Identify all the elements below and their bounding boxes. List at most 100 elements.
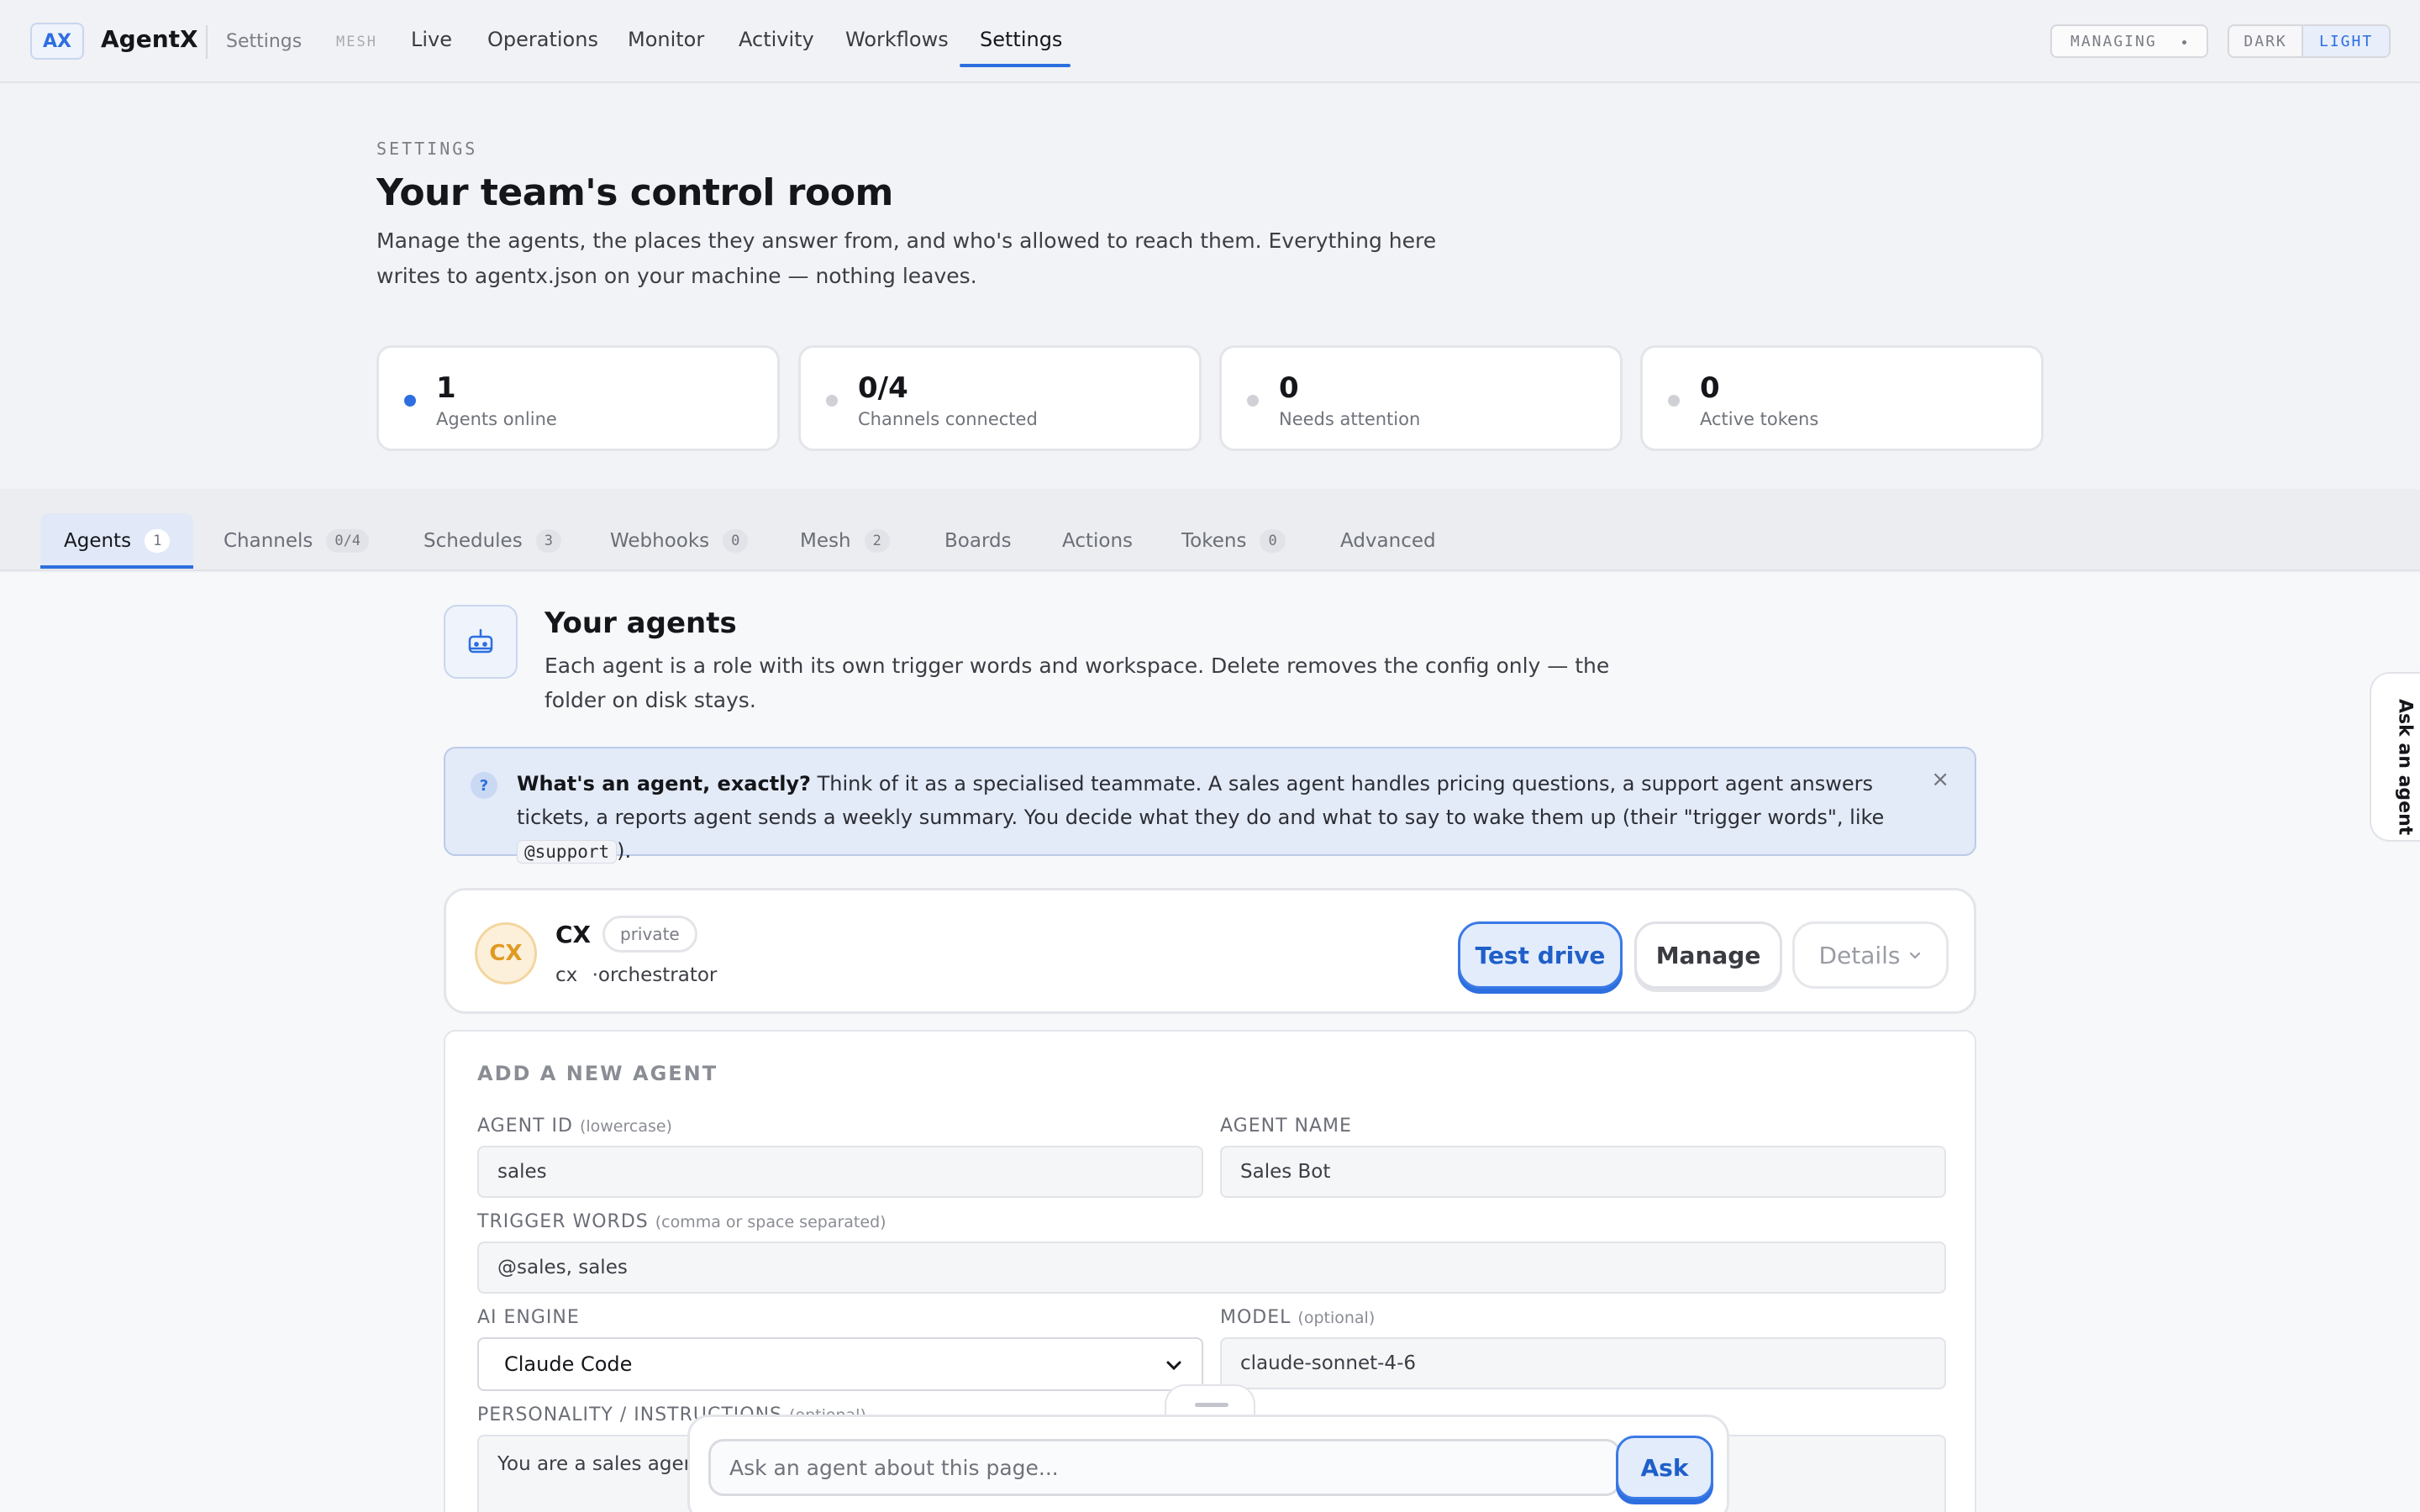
- agent-role: ·orchestrator: [592, 964, 718, 986]
- nav-settings[interactable]: Settings: [980, 28, 1062, 51]
- mesh-tag: MESH: [336, 34, 377, 50]
- agent-id: cx: [555, 964, 578, 986]
- tab-webhooks[interactable]: Webhooks 0: [610, 513, 749, 569]
- ask-bar: Ask an agent about this page... Ask: [687, 1415, 1729, 1512]
- tab-actions[interactable]: Actions: [1062, 513, 1133, 569]
- tab-badge: 0/4: [326, 529, 370, 553]
- tab-label: Boards: [944, 530, 1012, 552]
- stat-agents-online: 1 Agents online: [376, 345, 780, 451]
- agent-name-label: AGENT NAME: [1220, 1116, 1352, 1137]
- info-banner: ? What's an agent, exactly? Think of it …: [444, 747, 1976, 864]
- tab-badge: 1: [145, 529, 171, 553]
- agent-id-input[interactable]: sales: [477, 1146, 1203, 1198]
- nav-monitor[interactable]: Monitor: [628, 28, 704, 51]
- tab-tokens[interactable]: Tokens 0: [1181, 513, 1286, 569]
- status-dot-icon: [404, 395, 416, 407]
- ai-engine-value: Claude Code: [504, 1352, 633, 1376]
- stat-label: Agents online: [436, 409, 557, 429]
- tab-label: Webhooks: [610, 530, 710, 552]
- tab-label: Schedules: [424, 530, 523, 552]
- app-name: AgentX: [101, 25, 198, 53]
- info-code: @support: [517, 840, 618, 864]
- test-drive-button[interactable]: Test drive: [1458, 921, 1623, 989]
- theme-dark-button[interactable]: DARK: [2229, 26, 2304, 56]
- dropdown-dot-icon: [2182, 40, 2186, 45]
- tab-label: Advanced: [1340, 530, 1436, 552]
- close-icon[interactable]: ×: [1931, 767, 1949, 792]
- chevron-down-icon: [1166, 1361, 1181, 1371]
- tab-active-indicator: [40, 565, 193, 569]
- tab-agents[interactable]: Agents 1: [40, 513, 194, 569]
- visibility-badge: private: [602, 916, 697, 953]
- label-text: AGENT ID: [477, 1116, 573, 1137]
- stat-value: 1: [436, 371, 456, 405]
- nav-operations[interactable]: Operations: [487, 28, 598, 51]
- info-heading: What's an agent, exactly?: [517, 772, 811, 795]
- robot-icon: [444, 605, 518, 679]
- tab-badge: 0: [1260, 529, 1286, 553]
- avatar: CX: [475, 922, 537, 984]
- manage-button[interactable]: Manage: [1634, 921, 1782, 989]
- label-hint: (optional): [1297, 1309, 1376, 1327]
- ai-engine-select[interactable]: Claude Code: [477, 1337, 1203, 1391]
- top-navigation: AX AgentX Settings MESH Live Operations …: [0, 0, 2420, 83]
- ask-input[interactable]: Ask an agent about this page...: [708, 1439, 1621, 1496]
- tab-badge: 0: [723, 529, 749, 553]
- tab-channels[interactable]: Channels 0/4: [224, 513, 370, 569]
- drag-handle-icon: [1195, 1403, 1228, 1407]
- section-description: Each agent is a role with its own trigge…: [544, 654, 1610, 712]
- label-text: TRIGGER WORDS: [477, 1211, 649, 1232]
- trigger-words-label: TRIGGER WORDS (comma or space separated): [477, 1211, 886, 1232]
- details-label: Details: [1818, 941, 1901, 969]
- ai-engine-label: AI ENGINE: [477, 1307, 580, 1328]
- model-label: MODEL (optional): [1220, 1307, 1375, 1328]
- ask-agent-side-tab[interactable]: Ask an agent: [2370, 672, 2420, 842]
- app-logo[interactable]: AX: [30, 23, 84, 60]
- form-title: ADD A NEW AGENT: [477, 1062, 718, 1085]
- agent-id-label: AGENT ID (lowercase): [477, 1116, 672, 1137]
- page-description: Manage the agents, the places they answe…: [376, 228, 1437, 288]
- tab-label: Channels: [224, 530, 313, 552]
- stat-label: Needs attention: [1279, 409, 1421, 429]
- nav-workflows[interactable]: Workflows: [845, 28, 949, 51]
- model-input[interactable]: claude-sonnet-4-6: [1220, 1337, 1946, 1389]
- section-title: Your agents: [544, 606, 737, 640]
- nav-active-indicator: [960, 64, 1071, 67]
- theme-light-button[interactable]: LIGHT: [2303, 26, 2389, 56]
- stat-value: 0/4: [858, 371, 908, 405]
- help-icon: ?: [471, 772, 497, 799]
- tab-mesh[interactable]: Mesh 2: [800, 513, 890, 569]
- tab-badge: 2: [864, 529, 890, 553]
- tab-advanced[interactable]: Advanced: [1340, 513, 1436, 569]
- tab-boards[interactable]: Boards: [944, 513, 1012, 569]
- managing-dropdown[interactable]: MANAGING: [2050, 24, 2208, 58]
- ask-button[interactable]: Ask: [1616, 1436, 1713, 1499]
- trigger-words-input[interactable]: @sales, sales: [477, 1242, 1946, 1294]
- tab-label: Agents: [64, 530, 132, 552]
- info-body-end: ).: [617, 839, 632, 863]
- tab-schedules[interactable]: Schedules 3: [424, 513, 561, 569]
- agent-name: CX: [555, 921, 592, 948]
- status-dot-icon: [1247, 395, 1259, 407]
- label-text: MODEL: [1220, 1307, 1292, 1328]
- stat-value: 0: [1279, 371, 1299, 405]
- agent-meta: cx ·orchestrator: [555, 964, 717, 986]
- tab-label: Tokens: [1181, 530, 1247, 552]
- side-tab-label: Ask an agent: [2394, 699, 2416, 836]
- details-button[interactable]: Details: [1792, 921, 1949, 989]
- page-title: Your team's control room: [376, 171, 893, 214]
- nav-live[interactable]: Live: [411, 28, 452, 51]
- breadcrumb-section: Settings: [226, 31, 302, 52]
- label-hint: (comma or space separated): [655, 1213, 886, 1231]
- stat-value: 0: [1700, 371, 1720, 405]
- agent-card: CX CX private cx ·orchestrator Test driv…: [444, 888, 1976, 1014]
- chevron-down-icon: [1909, 952, 1920, 959]
- tab-label: Actions: [1062, 530, 1134, 552]
- nav-activity[interactable]: Activity: [739, 28, 814, 51]
- tab-label: Mesh: [800, 530, 851, 552]
- label-hint: (lowercase): [579, 1117, 672, 1136]
- status-dot-icon: [1668, 395, 1680, 407]
- agent-name-input[interactable]: Sales Bot: [1220, 1146, 1946, 1198]
- tab-badge: 3: [535, 529, 561, 553]
- page-eyebrow: SETTINGS: [376, 139, 478, 159]
